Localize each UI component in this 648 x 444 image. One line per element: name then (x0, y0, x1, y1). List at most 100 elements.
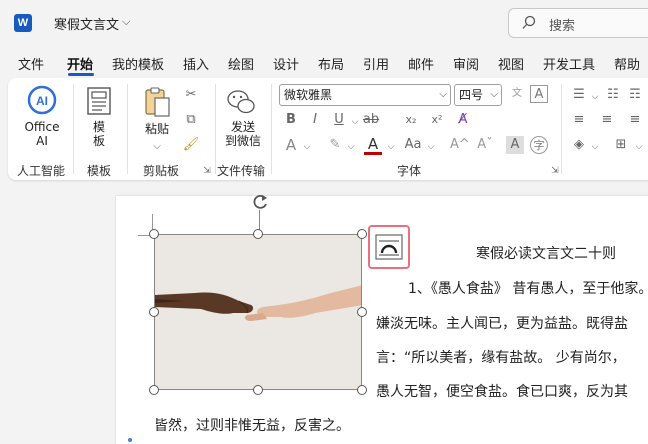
resize-handle[interactable] (357, 229, 367, 239)
resize-handle[interactable] (253, 385, 263, 395)
send-to-wechat-button[interactable]: 发送 到微信 (222, 120, 264, 148)
title-bar: W 寒假文言文 ⌵ 搜索 (0, 0, 648, 46)
tab-layout[interactable]: 布局 (318, 54, 344, 73)
ribbon: AI Office AI 人工智能 模 板 模板 粘贴 ⌵ ✂ ⧉ 🖌 剪贴板 … (8, 78, 648, 180)
shrink-font-icon[interactable]: Aˇ (476, 136, 494, 154)
template-icon[interactable] (86, 87, 112, 115)
tab-design[interactable]: 设计 (273, 54, 299, 73)
character-border-icon[interactable]: A (530, 85, 548, 103)
align-center-icon[interactable]: ≡ (598, 111, 616, 129)
resize-handle[interactable] (149, 385, 159, 395)
rotate-handle-icon[interactable] (250, 192, 270, 212)
group-label-clipboard: 剪贴板 (143, 164, 180, 178)
cut-icon[interactable]: ✂ (182, 86, 200, 104)
resize-handle[interactable] (149, 307, 159, 317)
font-color-icon[interactable]: A (364, 135, 382, 155)
document-line: 嫌淡无味。主人闻已，更为益盐。既得盐 (376, 316, 628, 332)
office-ai-icon[interactable]: AI (27, 85, 57, 115)
active-tab-indicator (68, 73, 94, 76)
copy-icon[interactable]: ⧉ (182, 111, 200, 129)
wechat-icon[interactable] (226, 88, 256, 116)
document-line: 愚人无智，便空食盐。食已口爽，反为其 (376, 384, 628, 400)
office-ai-button[interactable]: Office AI (22, 120, 62, 148)
group-divider (561, 84, 562, 174)
group-divider (271, 84, 272, 174)
tab-references[interactable]: 引用 (363, 54, 389, 73)
chevron-down-icon[interactable]: ⌵ (422, 138, 440, 156)
group-label-template: 模板 (87, 164, 112, 178)
document-heading: 寒假必读文言文二十则 (476, 246, 616, 262)
enclose-characters-icon[interactable]: 字 (530, 136, 548, 154)
template-label-1: 模 (92, 120, 105, 134)
paste-icon[interactable] (143, 86, 171, 118)
chevron-down-icon[interactable]: ⌵ (630, 138, 648, 156)
clear-formatting-icon[interactable]: A̸ (454, 111, 472, 129)
clipboard-launcher-icon[interactable]: ⇲ (198, 162, 216, 180)
document-line: 言：“所以美者，缘有盐故。 少有尚尔， (376, 350, 626, 366)
layout-options-icon (375, 234, 403, 260)
hands-reaching-image (155, 235, 361, 389)
chevron-down-icon[interactable]: ⌵ (298, 138, 316, 156)
search-box[interactable]: 搜索 (508, 8, 648, 38)
tab-developer[interactable]: 开发工具 (543, 54, 595, 73)
italic-icon[interactable]: I (306, 111, 324, 129)
chevron-down-icon[interactable]: ⌵ (122, 15, 130, 29)
grow-font-icon[interactable]: A^ (450, 136, 470, 154)
font-name-value: 微软雅黑 (284, 88, 333, 102)
chevron-down-icon[interactable]: ⌵ (586, 138, 604, 156)
chevron-down-icon: ⌵ (490, 89, 498, 100)
search-placeholder: 搜索 (549, 19, 576, 34)
group-divider (127, 84, 128, 174)
send-label-2: 到微信 (224, 134, 261, 148)
document-title[interactable]: 寒假文言文 (54, 14, 119, 33)
resize-handle[interactable] (357, 307, 367, 317)
format-painter-icon[interactable]: 🖌 (182, 136, 200, 154)
layout-options-button[interactable] (368, 225, 410, 269)
tab-my-templates[interactable]: 我的模板 (112, 54, 164, 73)
chevron-down-icon[interactable]: ⌵ (342, 138, 360, 156)
chevron-down-icon[interactable]: ⌵ (586, 88, 604, 106)
tab-file[interactable]: 文件 (18, 54, 44, 73)
word-app-icon: W (14, 14, 32, 32)
borders-icon[interactable]: ⊞ (612, 136, 630, 154)
numbering-icon[interactable]: ☷ (604, 86, 622, 104)
group-label-font: 字体 (397, 164, 422, 178)
resize-handle[interactable] (253, 229, 263, 239)
chevron-down-icon[interactable]: ⌵ (148, 138, 166, 156)
chevron-down-icon: ⌵ (439, 89, 447, 100)
bold-icon[interactable]: B (282, 111, 300, 129)
resize-handle[interactable] (149, 229, 159, 239)
office-ai-label-2: AI (36, 134, 48, 148)
tab-home[interactable]: 开始 (67, 54, 93, 73)
inserted-picture[interactable] (154, 234, 362, 390)
change-case-icon[interactable]: Aa (404, 136, 422, 154)
ribbon-tabs: 文件 开始 我的模板 插入 绘图 设计 布局 引用 邮件 审阅 视图 开发工具 … (0, 50, 648, 76)
tab-help[interactable]: 帮助 (614, 54, 640, 73)
resize-handle[interactable] (357, 385, 367, 395)
group-label-file-transfer: 文件传输 (217, 164, 266, 178)
tab-mailings[interactable]: 邮件 (408, 54, 434, 73)
tab-view[interactable]: 视图 (498, 54, 524, 73)
document-line: 皆然，过则非惟无益，反害之。 (154, 418, 350, 434)
character-shading-icon[interactable]: A (506, 136, 524, 154)
send-label-1: 发送 (230, 120, 255, 134)
tab-review[interactable]: 审阅 (453, 54, 479, 73)
document-line: 1、《愚人食盐》 昔有愚人，至于他家。 (408, 281, 648, 297)
paste-button[interactable]: 粘贴 (142, 122, 172, 136)
group-divider (73, 84, 74, 174)
multilevel-list-icon[interactable]: ☶ (626, 86, 644, 104)
superscript-icon[interactable]: x² (428, 111, 446, 129)
font-name-select[interactable]: 微软雅黑 ⌵ (279, 84, 451, 106)
chevron-down-icon[interactable]: ⌵ (382, 138, 400, 156)
font-size-select[interactable]: 四号 ⌵ (454, 84, 502, 106)
tab-insert[interactable]: 插入 (183, 54, 209, 73)
anchor-icon (128, 438, 132, 442)
office-ai-label-1: Office (24, 120, 60, 134)
phonetic-guide-icon[interactable]: 文 (508, 85, 526, 103)
template-button[interactable]: 模 板 (87, 120, 111, 148)
tab-draw[interactable]: 绘图 (228, 54, 254, 73)
align-left-icon[interactable]: ≡ (570, 111, 588, 129)
strikethrough-icon[interactable]: ab (362, 111, 380, 129)
subscript-icon[interactable]: x₂ (402, 111, 420, 129)
align-right-icon[interactable]: ≡ (626, 111, 644, 129)
